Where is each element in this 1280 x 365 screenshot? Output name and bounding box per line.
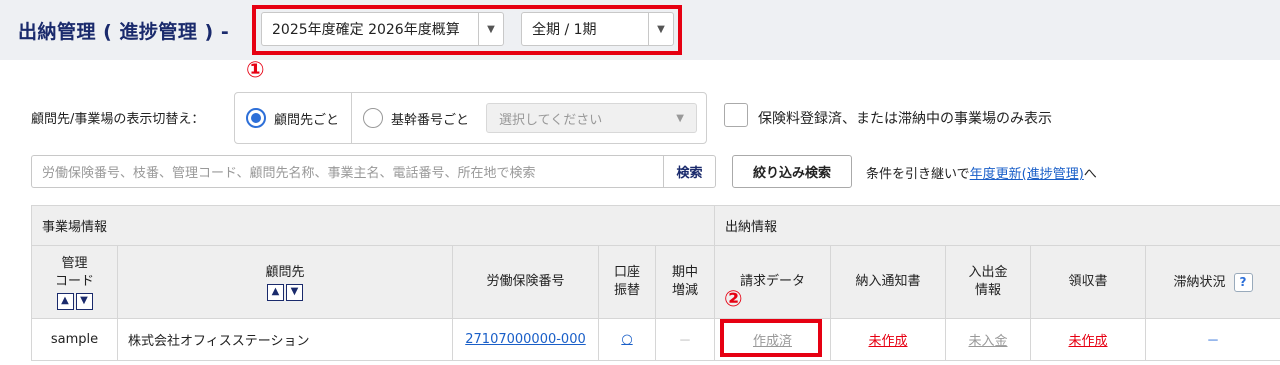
sort-desc-icon[interactable]: ▼ [75, 292, 93, 310]
col-mid-term-change: 期中 増減 [655, 245, 715, 319]
col-code-line1: 管理 [61, 255, 88, 271]
receipt-link[interactable]: 未作成 [1068, 334, 1107, 349]
group-payment-info: 出納情報 [713, 205, 1280, 246]
annotation-2: ② [724, 287, 743, 312]
help-icon[interactable]: ? [1233, 272, 1253, 292]
cell-client: 株式会社オフィスステーション [117, 318, 453, 361]
cell-inout-info: 未入金 [945, 318, 1031, 361]
registered-only-checkbox[interactable] [724, 103, 748, 127]
sort-asc-icon[interactable]: ▲ [56, 292, 74, 310]
inout-info-link[interactable]: 未入金 [968, 334, 1007, 349]
insurance-number-link[interactable]: 27107000000-000 [465, 332, 586, 347]
col-inout-info: 入出金 情報 [945, 245, 1031, 319]
base-number-select: 選択してください ▼ [486, 103, 697, 133]
col-account-transfer: 口座 振替 [598, 245, 656, 319]
search-button[interactable]: 検索 [663, 155, 716, 188]
search-placeholder: 労働保険番号、枝番、管理コード、顧問先名称、事業主名、電話番号、所在地で検索 [42, 166, 536, 181]
radio-by-base-number[interactable]: 基幹番号ごと [363, 93, 469, 143]
radio-by-base-number-label: 基幹番号ごと [391, 112, 470, 128]
cell-account-transfer: ○ [598, 318, 656, 361]
divider [351, 93, 352, 143]
payment-table: 事業場情報 出納情報 管理 コード ▲ ▼ 顧問先 ▲ ▼ 労働保険番号 口座 … [31, 205, 1280, 361]
col-account-line2: 振替 [613, 283, 640, 298]
carry-over-suffix: へ [1083, 167, 1097, 182]
col-client: 顧問先 ▲ ▼ [117, 245, 453, 319]
sort-asc-icon[interactable]: ▲ [267, 283, 284, 301]
cell-receipt: 未作成 [1030, 318, 1146, 361]
col-arrears-label: 滞納状況 [1173, 274, 1226, 290]
search-input[interactable]: 労働保険番号、枝番、管理コード、顧問先名称、事業主名、電話番号、所在地で検索 [31, 155, 663, 188]
mid-term-change-value: － [678, 334, 692, 349]
col-client-label: 顧問先 [265, 264, 305, 280]
page-title: 出納管理 ( 進捗管理 ) - [18, 21, 230, 43]
col-arrears-status: 滞納状況? [1144, 245, 1280, 319]
radio-by-client[interactable]: 顧問先ごと [246, 93, 339, 143]
radio-checked-icon [246, 108, 266, 128]
col-receipt: 領収書 [1030, 245, 1146, 319]
col-inout-line1: 入出金 [968, 265, 1008, 280]
arrears-status-value: － [1206, 334, 1220, 349]
display-toggle-group: 顧問先ごと 基幹番号ごと 選択してください ▼ [234, 92, 707, 144]
sort-desc-icon[interactable]: ▼ [286, 283, 303, 301]
filter-search-button[interactable]: 絞り込み検索 [732, 155, 852, 188]
cell-mid-term-change: － [655, 318, 715, 361]
display-toggle-label: 顧問先/事業場の表示切替え： [31, 112, 205, 127]
radio-unchecked-icon [363, 108, 383, 128]
cell-payment-notice: 未作成 [830, 318, 946, 361]
cell-arrears-status: － [1144, 318, 1280, 361]
cell-insurance-number: 27107000000-000 [452, 318, 599, 361]
base-number-select-placeholder: 選択してください [499, 112, 603, 128]
payment-notice-link[interactable]: 未作成 [868, 334, 907, 349]
col-change-line1: 期中 [671, 265, 698, 280]
col-payment-notice: 納入通知書 [830, 245, 946, 319]
progress-link[interactable]: 年度更新(進捗管理) [970, 167, 1084, 182]
carry-over-text: 条件を引き継いで年度更新(進捗管理)へ [866, 163, 1097, 182]
col-account-line1: 口座 [613, 265, 640, 280]
col-inout-line2: 情報 [974, 283, 1001, 298]
annotation-1: ① [246, 58, 265, 83]
highlight-box-1 [252, 5, 682, 55]
group-site-info: 事業場情報 [31, 205, 715, 246]
col-management-code: 管理 コード ▲ ▼ [31, 245, 118, 319]
account-transfer-link[interactable]: ○ [621, 332, 632, 347]
col-change-line2: 増減 [671, 283, 698, 298]
highlight-box-2 [720, 319, 822, 357]
registered-only-label: 保険料登録済、または滞納中の事業場のみ表示 [758, 111, 1052, 127]
chevron-down-icon: ▼ [676, 112, 684, 124]
table-row: sample 株式会社オフィスステーション 27107000000-000 ○ … [31, 318, 1280, 361]
col-code-line2: コード [54, 273, 94, 289]
col-insurance-number: 労働保険番号 [452, 245, 599, 319]
cell-code: sample [31, 318, 118, 361]
carry-over-prefix: 条件を引き継いで [866, 167, 970, 182]
radio-by-client-label: 顧問先ごと [274, 112, 340, 128]
